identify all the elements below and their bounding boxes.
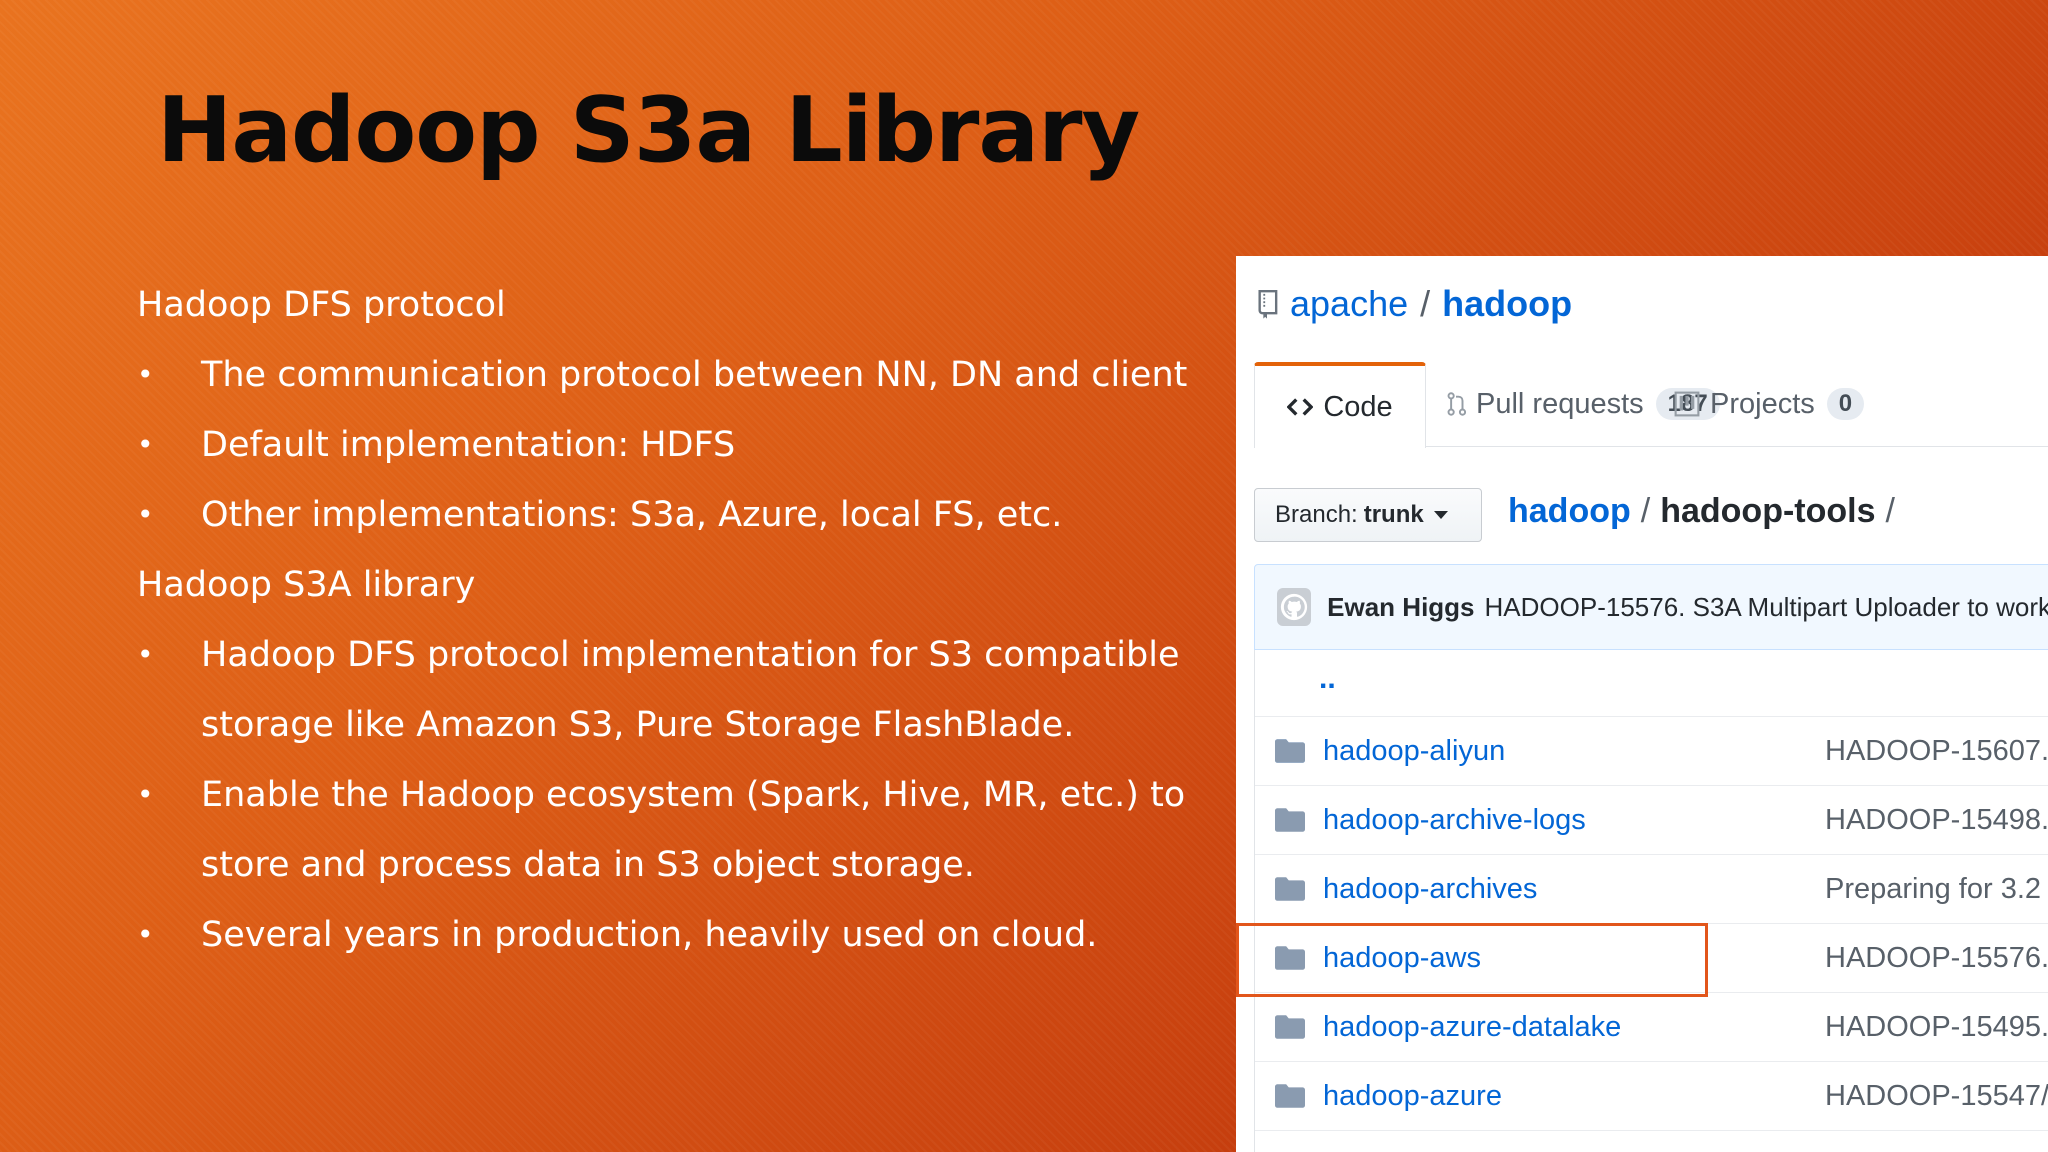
table-row: hadoop-archive-logs HADOOP-15498. (1255, 786, 2048, 855)
bullet-glyph: • (137, 638, 154, 671)
bullet-item: • Enable the Hadoop ecosystem (Spark, Hiv… (137, 760, 1241, 900)
file-name-link[interactable]: hadoop-aliyun (1323, 735, 1505, 768)
tab-projects[interactable]: Projects 0 (1674, 362, 1865, 446)
projects-count: 0 (1826, 388, 1865, 420)
project-icon (1674, 391, 1700, 417)
file-name-link[interactable]: hadoop-archive-logs (1323, 804, 1586, 837)
list-item-parent-dir: .. (1255, 650, 2048, 717)
file-commit-message[interactable]: HADOOP-15495. (1825, 1011, 2048, 1044)
folder-icon (1275, 1015, 1305, 1039)
bullet-item: • Hadoop DFS protocol implementation for … (137, 620, 1211, 760)
table-row: hadoop-azure-datalake HADOOP-15495. (1255, 993, 2048, 1062)
file-name-link[interactable]: hadoop-aws (1323, 942, 1481, 975)
file-name-link[interactable]: hadoop-azure-datalake (1323, 1011, 1621, 1044)
tab-label: Projects (1710, 387, 1815, 420)
avatar[interactable] (1277, 588, 1312, 626)
bullet-glyph: • (137, 358, 154, 391)
repo-header: apache / hadoop (1256, 278, 1572, 330)
breadcrumb-separator: / (1885, 492, 1895, 530)
folder-icon (1275, 739, 1305, 763)
file-commit-message[interactable]: HADOOP-15498. (1825, 804, 2048, 837)
repo-tabs: Code Pull requests 187 Projects 0 (1254, 362, 2048, 448)
folder-icon (1275, 1084, 1305, 1108)
table-row: hadoop-archives Preparing for 3.2 (1255, 855, 2048, 924)
file-commit-message[interactable]: Preparing for 3.2 (1825, 873, 2041, 906)
slide-title: Hadoop S3a Library (157, 78, 1140, 183)
commit-message-link[interactable]: HADOOP-15576. S3A Multipart Uploader to … (1485, 592, 2048, 623)
repo-icon (1258, 289, 1278, 319)
folder-icon (1275, 808, 1305, 832)
file-name-link[interactable]: hadoop-azure (1323, 1080, 1502, 1113)
tab-code[interactable]: Code (1254, 362, 1426, 448)
file-list: .. hadoop-aliyun HADOOP-15607. hadoop-ar… (1254, 650, 2048, 1152)
repo-separator: / (1420, 283, 1431, 324)
code-icon (1287, 397, 1314, 417)
branch-prefix: Branch: (1275, 501, 1358, 528)
chevron-down-icon (1433, 511, 1448, 519)
file-commit-message[interactable]: HADOOP-15547/ (1825, 1080, 2048, 1113)
folder-icon (1275, 946, 1305, 970)
branch-name: trunk (1363, 501, 1424, 528)
bullet-glyph: • (137, 918, 154, 951)
bullet-item: • Other implementations: S3a, Azure, loca… (137, 480, 1217, 550)
breadcrumb-separator: / (1640, 492, 1651, 530)
tab-label: Pull requests (1476, 387, 1644, 420)
bullet-item: • The communication protocol between NN, … (137, 340, 1217, 410)
parent-dir-link[interactable]: .. (1319, 662, 1336, 696)
folder-icon (1275, 877, 1305, 901)
breadcrumb-current: hadoop-tools (1660, 492, 1876, 530)
slide-content: Hadoop DFS protocol • The communication p… (137, 270, 1217, 970)
breadcrumb: hadoop / hadoop-tools / (1508, 492, 1905, 531)
file-commit-message[interactable]: HADOOP-15576. (1825, 942, 2048, 975)
table-row-partial (1255, 1131, 2048, 1152)
repo-name-link[interactable]: hadoop (1442, 283, 1572, 325)
bullet-glyph: • (137, 498, 154, 531)
repo-owner-link[interactable]: apache (1290, 283, 1408, 325)
section-heading-dfs: Hadoop DFS protocol (137, 285, 506, 325)
bullet-glyph: • (137, 428, 154, 461)
file-name-link[interactable]: hadoop-archives (1323, 873, 1537, 906)
commit-author-link[interactable]: Ewan Higgs (1327, 592, 1474, 623)
section-heading-s3a: Hadoop S3A library (137, 565, 476, 605)
bullet-item: • Several years in production, heavily us… (137, 900, 1217, 970)
pull-request-icon (1446, 391, 1466, 417)
table-row: hadoop-aliyun HADOOP-15607. (1255, 717, 2048, 786)
file-commit-message[interactable]: HADOOP-15607. (1825, 735, 2048, 768)
branch-select-button[interactable]: Branch: trunk (1254, 488, 1482, 542)
bullet-glyph: • (137, 778, 154, 811)
latest-commit-bar: Ewan Higgs HADOOP-15576. S3A Multipart U… (1254, 564, 2048, 650)
breadcrumb-root-link[interactable]: hadoop (1508, 492, 1631, 531)
tab-label: Code (1323, 390, 1393, 423)
bullet-item: • Default implementation: HDFS (137, 410, 1217, 480)
github-screenshot: apache / hadoop Code Pull requests 187 P… (1236, 256, 2048, 1152)
table-row: hadoop-azure HADOOP-15547/ (1255, 1062, 2048, 1131)
table-row-highlighted: hadoop-aws HADOOP-15576. (1255, 924, 2048, 993)
